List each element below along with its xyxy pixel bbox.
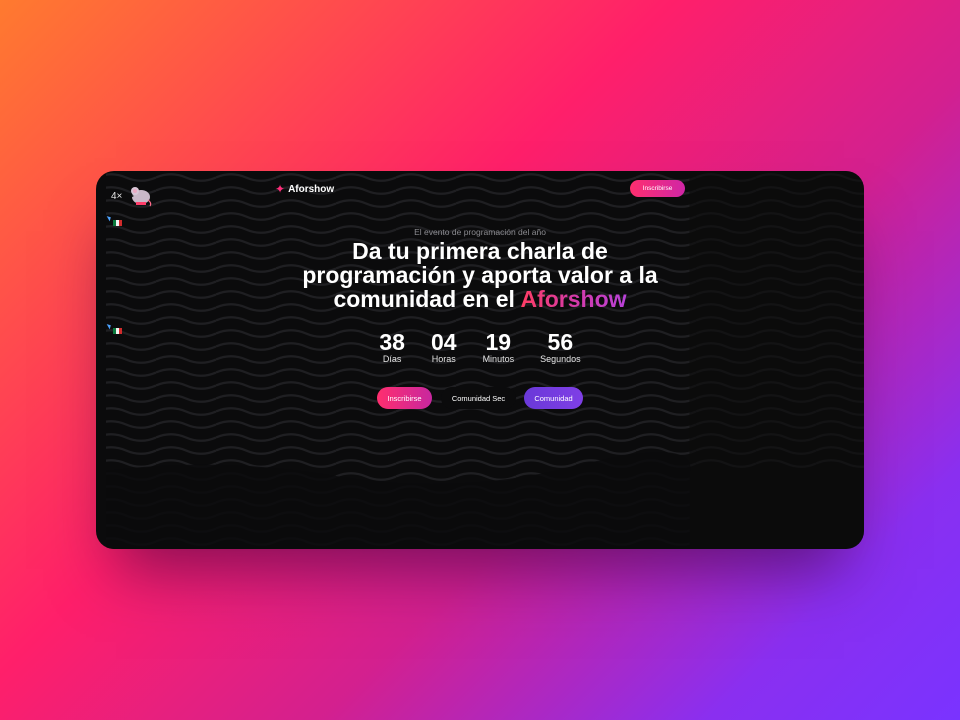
countdown-timer: 38 Días 04 Horas 19 Minutos 56 Segundos [96,330,864,364]
mouse-icon [131,187,152,207]
sparkle-icon: ✦ [275,182,286,196]
brand-name: Aforshow [288,183,335,195]
countdown-seconds: 56 Segundos [540,330,581,364]
countdown-value: 38 [379,329,405,355]
visitor-cursor [106,214,124,227]
countdown-days: 38 Días [379,330,405,364]
header-register-button[interactable]: Inscribirse [630,180,685,197]
hero-headline: Da tu primera charla de programación y a… [276,239,684,311]
countdown-value: 19 [485,329,512,355]
hero-subtitle: El evento de programación del año [414,227,546,237]
countdown-value: 56 [547,329,574,355]
browser-window: 4× ✦ Aforshow Inscribirse El evento de p… [96,171,864,549]
community-button[interactable]: Comunidad [524,387,583,409]
countdown-label: Horas [431,354,456,364]
mexico-flag-icon [113,220,122,226]
countdown-label: Días [382,354,402,364]
countdown-label: Minutos [482,354,515,364]
countdown-minutes: 19 Minutos [483,330,515,364]
secondary-community-button[interactable]: Comunidad Sec [441,387,516,409]
register-button[interactable]: Inscribirse [377,387,432,409]
multiplier-text: 4× [111,191,123,202]
countdown-hours: 04 Horas [431,330,457,364]
headline-accent: Aforshow [520,286,627,312]
pointer-icon [106,214,113,222]
hero-actions: Inscribirse Comunidad Sec Comunidad [96,387,864,409]
cursor-counter-widget: 4× [111,185,157,209]
countdown-label: Segundos [540,354,581,364]
pointer-icon [106,322,113,330]
countdown-value: 04 [430,329,457,355]
brand-logo[interactable]: ✦ Aforshow [275,182,334,196]
